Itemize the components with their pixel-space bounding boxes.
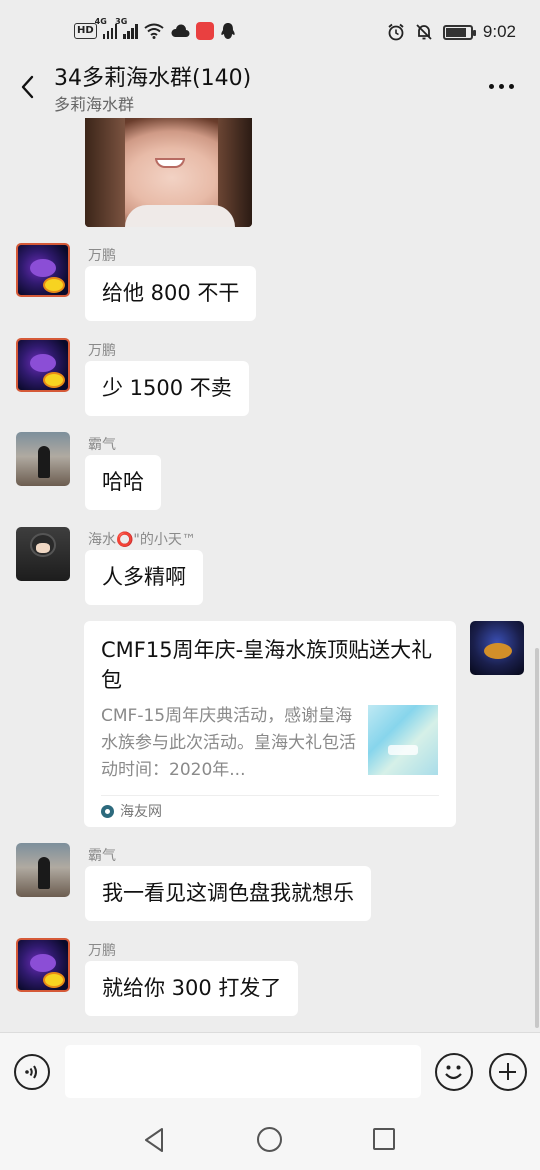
status-bar: HD 4G 3G 9:02 (0, 0, 540, 60)
mute-bell-icon (416, 24, 432, 40)
message-bubble[interactable]: 就给你 300 打发了 (85, 961, 299, 1016)
image-message[interactable] (85, 118, 252, 227)
signal-3g-icon: 3G (115, 17, 138, 39)
sender-name: 万鹏 (88, 248, 116, 264)
plus-icon[interactable] (489, 1053, 527, 1091)
message-input[interactable] (65, 1045, 421, 1098)
input-bar (0, 1032, 540, 1110)
source-logo-icon (101, 804, 114, 818)
sender-name: 霸气 (88, 437, 116, 453)
link-card[interactable]: CMF15周年庆-皇海水族顶贴送大礼包 CMF-15周年庆典活动，感谢皇海水族参… (84, 621, 456, 827)
avatar-self[interactable] (470, 621, 524, 675)
avatar[interactable] (16, 338, 70, 392)
link-card-source: 海友网 (101, 801, 162, 821)
link-card-title: CMF15周年庆-皇海水族顶贴送大礼包 (101, 638, 433, 692)
avatar[interactable] (16, 432, 70, 486)
signal-4g-label: 4G (94, 17, 107, 26)
system-nav-bar (0, 1110, 540, 1170)
link-card-description: CMF-15周年庆典活动，感谢皇海水族参与此次活动。皇海大礼包活动时间：2020… (101, 706, 356, 780)
chat-header: 34多莉海水群(140) 多莉海水群 (0, 60, 540, 118)
message-bubble[interactable]: 我一看见这调色盘我就想乐 (85, 866, 371, 921)
battery-icon (442, 24, 476, 40)
emoji-icon[interactable] (435, 1053, 473, 1091)
avatar[interactable] (16, 527, 70, 581)
avatar[interactable] (16, 843, 70, 897)
nav-home-icon[interactable] (257, 1127, 282, 1152)
nav-recents-icon[interactable] (373, 1128, 395, 1150)
nav-back-icon[interactable] (142, 1127, 166, 1153)
avatar[interactable] (16, 243, 70, 297)
link-card-source-name: 海友网 (120, 804, 162, 820)
wifi-icon (144, 23, 164, 39)
hd-icon: HD (74, 23, 97, 39)
message-bubble[interactable]: 给他 800 不干 (85, 266, 257, 321)
divider (101, 795, 439, 796)
notification-app-icon (195, 22, 214, 40)
chat-title: 34多莉海水群(140) (54, 66, 252, 91)
more-dots-icon[interactable] (489, 84, 514, 89)
status-right-icons: 9:02 (387, 22, 516, 42)
status-left-icons: HD 4G 3G (74, 17, 236, 40)
chat-subtitle: 多莉海水群 (54, 95, 135, 114)
link-card-thumbnail (368, 705, 438, 775)
chevron-left-icon[interactable] (16, 72, 40, 102)
sender-name: 霸气 (88, 848, 116, 864)
signal-3g-label: 3G (115, 17, 128, 26)
voice-icon[interactable] (14, 1054, 50, 1090)
scrollbar[interactable] (535, 648, 539, 1028)
sender-name: 万鹏 (88, 943, 116, 959)
cloud-icon (171, 24, 190, 37)
message-bubble[interactable]: 少 1500 不卖 (85, 361, 249, 416)
message-bubble[interactable]: 哈哈 (85, 455, 161, 510)
avatar[interactable] (16, 938, 70, 992)
sender-name: 海水⭕"的小天™ (88, 532, 196, 548)
qq-icon (221, 23, 235, 39)
status-time: 9:02 (482, 22, 516, 41)
message-bubble[interactable]: 人多精啊 (85, 550, 203, 605)
alarm-icon (388, 23, 404, 41)
chat-message-list[interactable]: 万鹏 给他 800 不干 万鹏 少 1500 不卖 霸气 哈哈 海水⭕"的小天™… (0, 118, 540, 1032)
sender-name: 万鹏 (88, 343, 116, 359)
